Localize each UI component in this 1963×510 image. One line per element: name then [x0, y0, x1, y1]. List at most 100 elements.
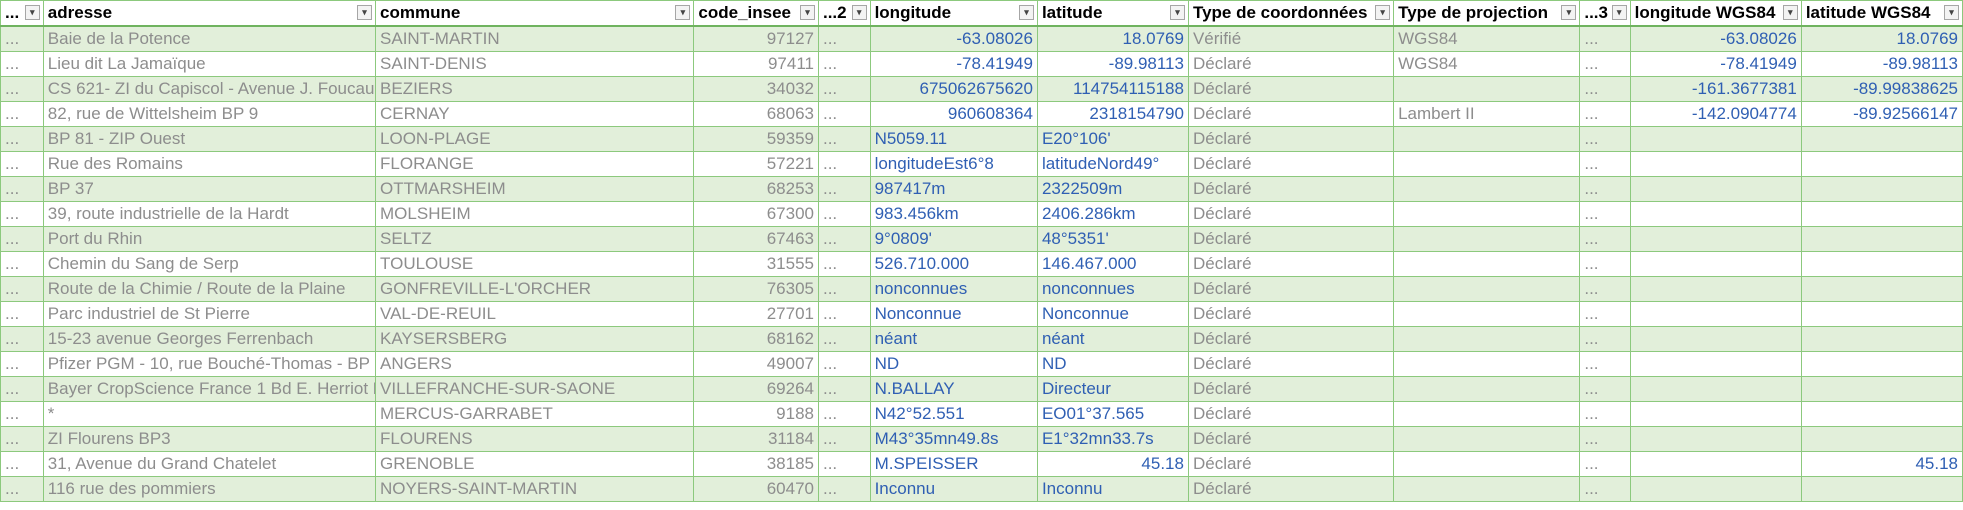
table-cell[interactable]: Vérifié — [1187, 25, 1395, 52]
table-cell[interactable]: SAINT-DENIS — [375, 51, 695, 77]
table-cell[interactable]: 57221 — [693, 151, 819, 177]
table-cell[interactable]: ND — [869, 351, 1038, 377]
table-cell[interactable] — [1393, 201, 1581, 227]
table-cell[interactable]: nonconnues — [869, 276, 1038, 302]
table-cell[interactable]: ... — [817, 301, 871, 327]
table-cell[interactable] — [1800, 251, 1963, 277]
table-cell[interactable]: Déclaré — [1187, 101, 1395, 127]
table-cell[interactable] — [1629, 276, 1802, 302]
table-cell[interactable] — [1393, 426, 1581, 452]
table-cell[interactable]: WGS84 — [1393, 51, 1581, 77]
column-header[interactable]: commune ▾ — [375, 0, 695, 27]
table-cell[interactable]: ... — [817, 126, 871, 152]
table-cell[interactable] — [1393, 276, 1581, 302]
table-cell[interactable]: 45.18 — [1036, 451, 1189, 477]
table-cell[interactable]: ... — [1579, 51, 1631, 77]
table-cell[interactable]: 114754115188 — [1036, 76, 1189, 102]
table-cell[interactable]: 39, route industrielle de la Hardt — [42, 201, 377, 227]
table-cell[interactable]: 15-23 avenue Georges Ferrenbach — [42, 326, 377, 352]
filter-dropdown-icon[interactable]: ▾ — [1611, 5, 1627, 20]
table-cell[interactable]: ... — [1579, 376, 1631, 402]
table-cell[interactable]: Déclaré — [1187, 51, 1395, 77]
table-cell[interactable] — [1629, 201, 1802, 227]
table-cell[interactable]: BEZIERS — [375, 76, 695, 102]
table-cell[interactable]: EO01°37.565 — [1036, 401, 1189, 427]
filter-dropdown-icon[interactable]: ▾ — [799, 5, 815, 20]
table-cell[interactable]: 59359 — [693, 126, 819, 152]
table-cell[interactable]: ... — [0, 301, 44, 327]
table-cell[interactable] — [1629, 251, 1802, 277]
table-cell[interactable]: Déclaré — [1187, 176, 1395, 202]
table-cell[interactable]: 146.467.000 — [1036, 251, 1189, 277]
table-cell[interactable]: ... — [1579, 126, 1631, 152]
table-cell[interactable]: ... — [817, 351, 871, 377]
column-header[interactable]: ...3 ▾ — [1579, 0, 1631, 27]
table-cell[interactable]: ... — [0, 351, 44, 377]
table-cell[interactable]: 45.18 — [1800, 451, 1963, 477]
table-cell[interactable] — [1800, 301, 1963, 327]
table-cell[interactable]: 9188 — [693, 401, 819, 427]
table-cell[interactable]: 2406.286km — [1036, 201, 1189, 227]
table-cell[interactable]: Baie de la Potence — [42, 25, 377, 52]
table-cell[interactable] — [1800, 426, 1963, 452]
column-header[interactable]: ...2 ▾ — [817, 0, 871, 27]
table-cell[interactable]: néant — [869, 326, 1038, 352]
filter-dropdown-icon[interactable]: ▾ — [851, 5, 867, 20]
table-cell[interactable]: ... — [0, 276, 44, 302]
table-cell[interactable] — [1800, 326, 1963, 352]
column-header[interactable]: latitude ▾ — [1036, 0, 1189, 27]
column-header[interactable]: ... ▾ — [0, 0, 44, 27]
table-cell[interactable] — [1800, 376, 1963, 402]
table-cell[interactable]: Déclaré — [1187, 326, 1395, 352]
table-cell[interactable]: 31, Avenue du Grand Chatelet — [42, 451, 377, 477]
filter-dropdown-icon[interactable]: ▾ — [1782, 5, 1798, 20]
table-cell[interactable]: néant — [1036, 326, 1189, 352]
table-cell[interactable]: 2318154790 — [1036, 101, 1189, 127]
table-cell[interactable]: ... — [817, 226, 871, 252]
table-cell[interactable]: ... — [0, 151, 44, 177]
filter-dropdown-icon[interactable]: ▾ — [1169, 5, 1185, 20]
table-cell[interactable] — [1800, 201, 1963, 227]
table-cell[interactable]: ... — [817, 476, 871, 502]
table-cell[interactable]: -78.41949 — [869, 51, 1038, 77]
table-cell[interactable] — [1629, 326, 1802, 352]
table-cell[interactable]: Port du Rhin — [42, 226, 377, 252]
table-cell[interactable]: 960608364 — [869, 101, 1038, 127]
table-cell[interactable]: ... — [817, 51, 871, 77]
table-cell[interactable]: 9°0809' — [869, 226, 1038, 252]
table-cell[interactable] — [1393, 226, 1581, 252]
table-cell[interactable]: ... — [1579, 276, 1631, 302]
table-cell[interactable]: 76305 — [693, 276, 819, 302]
table-cell[interactable] — [1393, 376, 1581, 402]
table-cell[interactable] — [1629, 401, 1802, 427]
table-cell[interactable]: ... — [0, 101, 44, 127]
table-cell[interactable]: 116 rue des pommiers — [42, 476, 377, 502]
table-cell[interactable]: Route de la Chimie / Route de la Plaine — [42, 276, 377, 302]
table-cell[interactable]: 27701 — [693, 301, 819, 327]
table-cell[interactable]: 31184 — [693, 426, 819, 452]
table-cell[interactable]: 60470 — [693, 476, 819, 502]
table-cell[interactable]: ... — [817, 25, 871, 52]
table-cell[interactable]: 68253 — [693, 176, 819, 202]
table-cell[interactable] — [1800, 226, 1963, 252]
table-cell[interactable]: 983.456km — [869, 201, 1038, 227]
table-cell[interactable]: 34032 — [693, 76, 819, 102]
table-cell[interactable] — [1629, 126, 1802, 152]
table-cell[interactable] — [1393, 476, 1581, 502]
table-cell[interactable]: GRENOBLE — [375, 451, 695, 477]
filter-dropdown-icon[interactable]: ▾ — [1018, 5, 1034, 20]
table-cell[interactable]: Déclaré — [1187, 476, 1395, 502]
table-cell[interactable]: BP 37 — [42, 176, 377, 202]
table-cell[interactable]: 67463 — [693, 226, 819, 252]
table-cell[interactable]: ... — [1579, 76, 1631, 102]
table-cell[interactable]: ... — [1579, 101, 1631, 127]
table-cell[interactable] — [1629, 376, 1802, 402]
table-cell[interactable]: longitudeEst6°8 — [869, 151, 1038, 177]
table-cell[interactable]: 67300 — [693, 201, 819, 227]
table-cell[interactable]: Bayer CropScience France 1 Bd E. Herriot… — [42, 376, 377, 402]
table-cell[interactable]: Déclaré — [1187, 226, 1395, 252]
table-cell[interactable]: ... — [1579, 426, 1631, 452]
table-cell[interactable]: 97127 — [693, 25, 819, 52]
table-cell[interactable] — [1393, 76, 1581, 102]
table-cell[interactable]: ANGERS — [375, 351, 695, 377]
